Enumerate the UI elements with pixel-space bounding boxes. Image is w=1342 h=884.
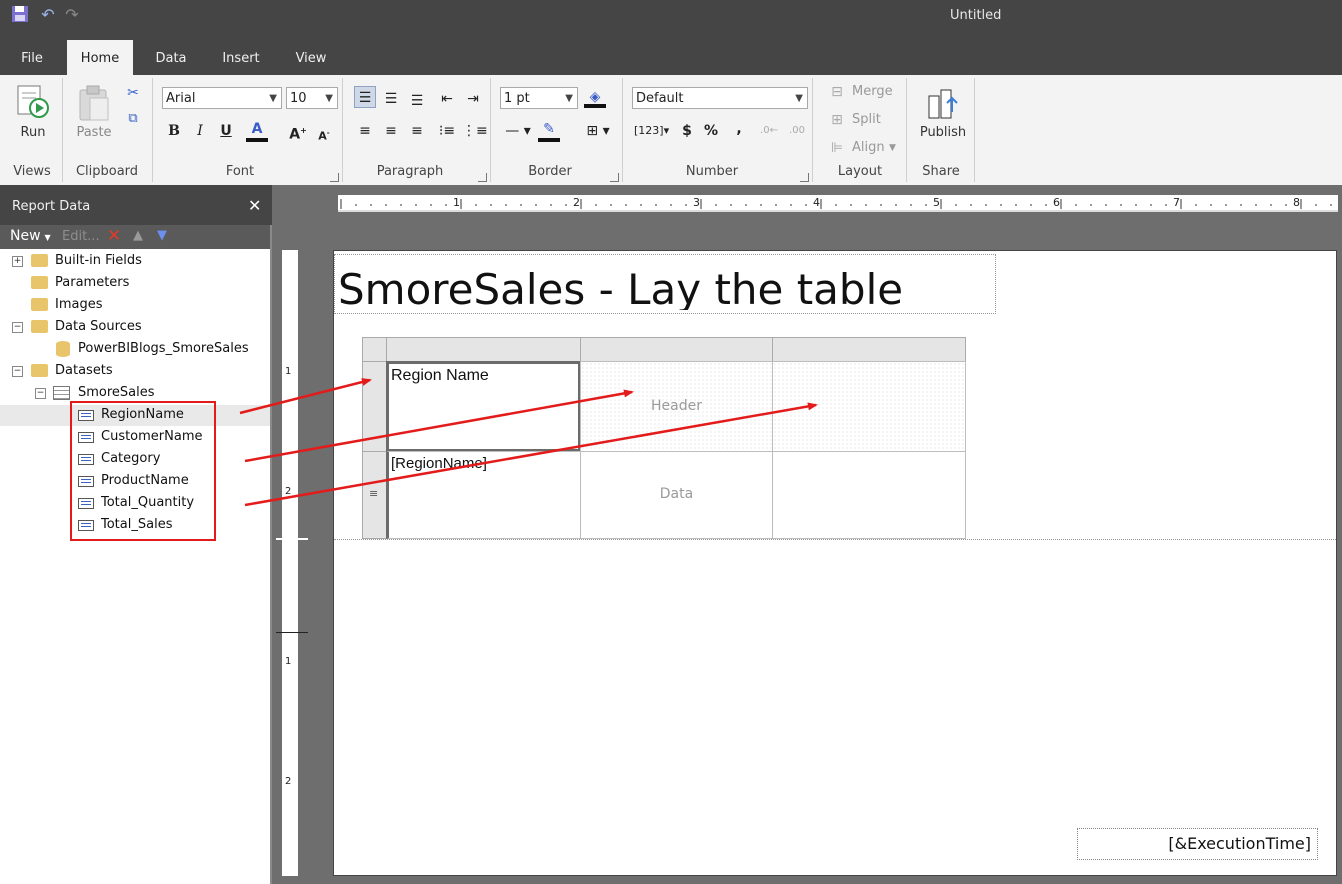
arrow-total-quantity-to-column3 bbox=[244, 402, 818, 507]
drag-arrows-overlay bbox=[239, 378, 818, 507]
arrow-category-to-column2 bbox=[244, 389, 634, 463]
arrow-regionname-to-column1 bbox=[239, 378, 372, 415]
